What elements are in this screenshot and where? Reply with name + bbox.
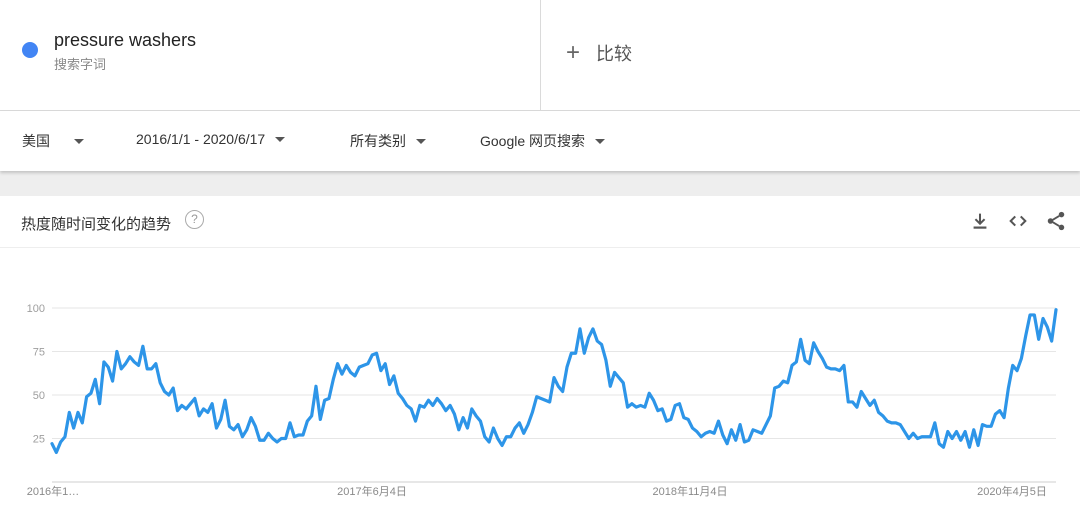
trend-chart: 25 50 75 100 2016年1… 2017年6月4日 2018年11月4日 2020年… (27, 303, 1058, 498)
compare-button[interactable]: + 比较 (566, 40, 632, 66)
category-dropdown[interactable]: 所有类别 (350, 131, 426, 151)
search-term-card[interactable]: pressure washers 搜索字词 (0, 0, 541, 110)
x-tick-label: 2016年1… (27, 484, 80, 498)
caret-down-icon (74, 138, 84, 144)
caret-down-icon (416, 138, 426, 144)
date-range-label: 2016/1/1 - 2020/6/17 (136, 131, 266, 147)
date-range-dropdown[interactable]: 2016/1/1 - 2020/6/17 (136, 131, 286, 147)
caret-down-icon (595, 138, 606, 144)
category-label: 所有类别 (350, 133, 406, 149)
search-term-header: pressure washers 搜索字词 + 比较 (0, 0, 1080, 111)
x-tick-label: 2018年11月4日 (652, 484, 727, 498)
x-tick-label: 2017年6月4日 (337, 484, 407, 498)
search-type-label: Google 网页搜索 (480, 133, 586, 149)
caret-down-icon (275, 136, 286, 142)
region-dropdown[interactable]: 美国 (22, 131, 84, 151)
filter-bar: 美国 2016/1/1 - 2020/6/17 所有类别 Google 网页搜索 (0, 111, 1080, 171)
search-term-name[interactable]: pressure washers (54, 30, 196, 51)
plus-icon: + (566, 39, 581, 66)
y-tick-label: 50 (33, 390, 45, 402)
y-tick-label: 100 (27, 303, 45, 315)
region-label: 美国 (22, 133, 50, 149)
x-tick-label: 2020年4月5日 (977, 484, 1047, 498)
search-term-type: 搜索字词 (54, 57, 107, 72)
interest-over-time-card: 热度随时间变化的趋势 ? 25 50 75 100 2016年1… 2017年6月4日 20… (0, 196, 1080, 522)
series-color-dot (22, 42, 38, 58)
series-line[interactable] (50, 308, 1058, 455)
compare-label: 比较 (596, 44, 633, 64)
search-type-dropdown[interactable]: Google 网页搜索 (480, 131, 606, 151)
y-tick-label: 25 (33, 434, 45, 446)
y-tick-label: 75 (33, 347, 45, 359)
